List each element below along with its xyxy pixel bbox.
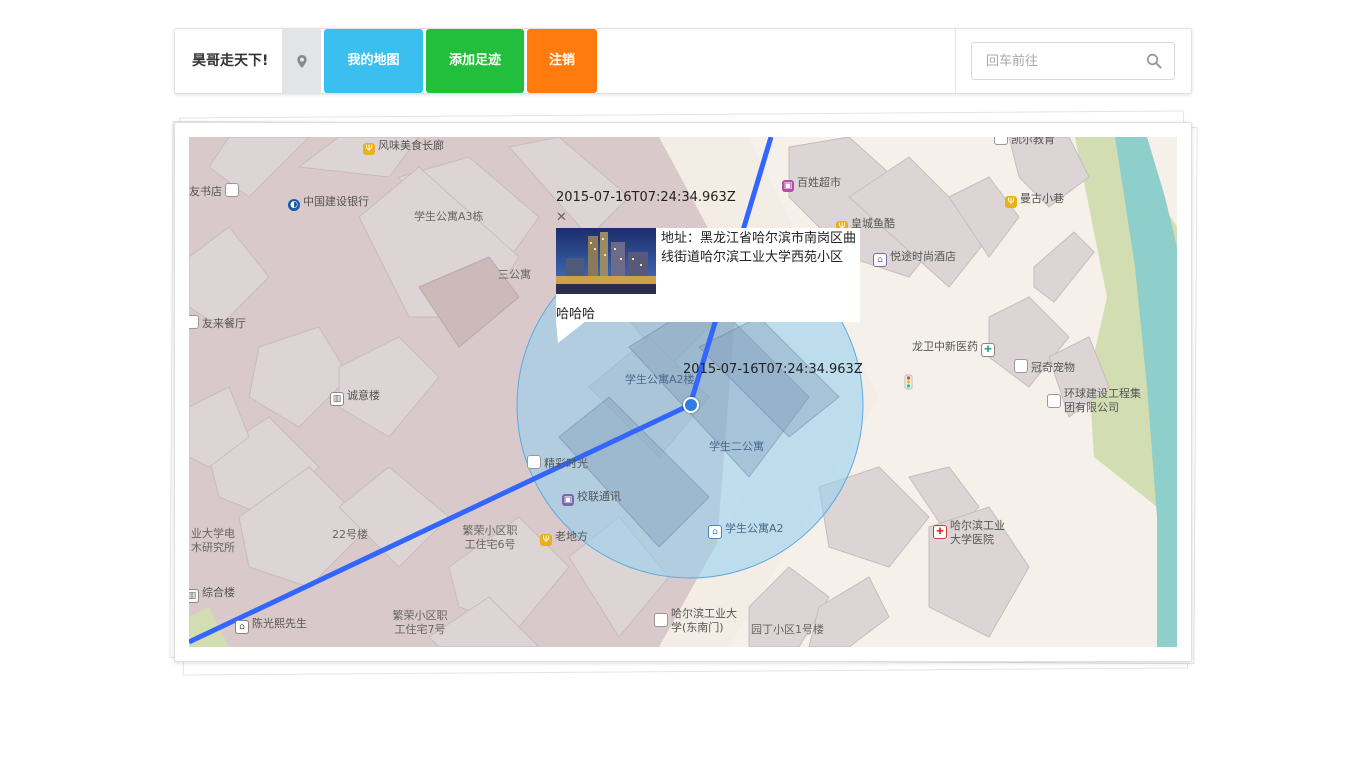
- city-night-photo: [556, 228, 656, 294]
- building-icon: ▥: [330, 392, 344, 406]
- label-dadian: 业大学电木研究所: [191, 527, 235, 554]
- location-photo[interactable]: [556, 228, 656, 294]
- map-marker-icon: [296, 54, 307, 68]
- navbar-divider: [955, 29, 956, 93]
- restaurant-icon: Ψ: [363, 143, 375, 155]
- restaurant-icon: Ψ: [540, 534, 552, 546]
- label-sangongyu: 三公寓: [498, 268, 531, 281]
- brand-title[interactable]: 昊哥走天下!: [192, 29, 268, 93]
- poi-youshudian[interactable]: 友书店: [189, 183, 242, 199]
- poi-dot-icon: [1047, 394, 1061, 408]
- map-canvas[interactable]: Ψ 风味美食长廊 友书店 ◐ 中国建设银行 学生公寓A3栋 三公寓 友来餐厅 ▥ 诚意…: [189, 137, 1177, 647]
- info-window-note: 哈哈哈: [556, 307, 596, 322]
- info-window-address: 地址：黑龙江省哈尔滨市南岗区曲线街道哈尔滨工业大学西苑小区: [661, 231, 857, 265]
- label-fanrong6: 繁荣小区职工住宅6号: [462, 524, 518, 551]
- poi-zonghe[interactable]: ▥ 综合楼: [189, 586, 235, 603]
- add-footprint-button[interactable]: 添加足迹: [426, 29, 524, 93]
- poi-youlai[interactable]: 友来餐厅: [189, 315, 246, 331]
- info-window: 地址：黑龙江省哈尔滨市南岗区曲线街道哈尔滨工业大学西苑小区 哈哈哈: [556, 228, 860, 322]
- poi-yuetu[interactable]: ⌂ 悦途时尚酒店: [873, 250, 956, 267]
- pharmacy-icon: ✚: [981, 343, 995, 357]
- poi-mangu[interactable]: Ψ 曼古小巷: [1005, 192, 1064, 208]
- logout-button[interactable]: 注销: [527, 29, 597, 93]
- info-window-pointer: [556, 321, 586, 343]
- close-icon[interactable]: ✕: [556, 211, 567, 224]
- poi-xiaolian[interactable]: ▣ 校联通讯: [562, 490, 621, 506]
- poi-chenguangxi[interactable]: ⌂ 陈光熙先生: [235, 617, 307, 634]
- label-xuesheng-2: 学生二公寓: [709, 440, 764, 453]
- building-icon: ▥: [189, 589, 199, 603]
- label-22hao: 22号楼: [332, 528, 368, 541]
- poi-gongda-dongnan[interactable]: 哈尔滨工业大学(东南门): [654, 607, 744, 635]
- poi-baixing[interactable]: ▣ 百姓超市: [782, 176, 841, 192]
- search-icon[interactable]: [1146, 53, 1162, 69]
- poi-xuesheng-a2[interactable]: ⌂ 学生公寓A2: [708, 522, 784, 539]
- top-navbar: 昊哥走天下! 我的地图 添加足迹 注销: [174, 28, 1192, 94]
- hospital-icon: ✚: [933, 525, 947, 539]
- poi-dot-icon: [994, 137, 1008, 145]
- label-fanrong7: 繁荣小区职工住宅7号: [392, 609, 448, 636]
- hotel-icon: ⌂: [873, 253, 887, 267]
- search-box: [971, 42, 1175, 80]
- poi-laodifang[interactable]: Ψ 老地方: [540, 530, 588, 546]
- poi-huanqiu[interactable]: 环球建设工程集团有限公司: [1047, 387, 1147, 415]
- poi-dot-icon: [527, 455, 541, 469]
- poi-yiyuan[interactable]: ✚ 哈尔滨工业大学医院: [933, 519, 1013, 547]
- restaurant-icon: Ψ: [1005, 196, 1017, 208]
- my-map-button[interactable]: 我的地图: [324, 29, 423, 93]
- shop-icon: ▣: [562, 494, 574, 506]
- location-marker[interactable]: [683, 397, 699, 413]
- restaurant-icon: [189, 315, 199, 329]
- poi-chengyi[interactable]: ▥ 诚意楼: [330, 389, 380, 406]
- point-label: 2015-07-16T07:24:34.963Z: [683, 362, 863, 377]
- museum-icon: ⌂: [235, 620, 249, 634]
- search-input[interactable]: [986, 43, 1136, 79]
- label-yuanding: 园丁小区1号楼: [751, 623, 824, 636]
- location-button[interactable]: [282, 29, 321, 93]
- shop-icon: ▣: [782, 180, 794, 192]
- bank-icon: ◐: [288, 199, 300, 211]
- poi-dot-icon: [225, 183, 239, 197]
- poi-jiaoyu[interactable]: 凯尔教育: [994, 137, 1055, 147]
- poi-guanqi[interactable]: 冠奇宠物: [1014, 359, 1075, 375]
- poi-dot-icon: [654, 613, 668, 627]
- info-window-title: 2015-07-16T07:24:34.963Z: [556, 190, 736, 205]
- home-icon: ⌂: [708, 525, 722, 539]
- poi-dot-icon: [1014, 359, 1028, 373]
- poi-fengwei[interactable]: Ψ 风味美食长廊: [363, 139, 444, 155]
- poi-jianshe[interactable]: ◐ 中国建设银行: [288, 195, 369, 211]
- label-xuesheng-a3: 学生公寓A3栋: [414, 210, 484, 223]
- poi-jingcai[interactable]: 精彩时光: [527, 455, 588, 471]
- poi-longwei[interactable]: 龙卫中新医药 ✚: [912, 340, 998, 357]
